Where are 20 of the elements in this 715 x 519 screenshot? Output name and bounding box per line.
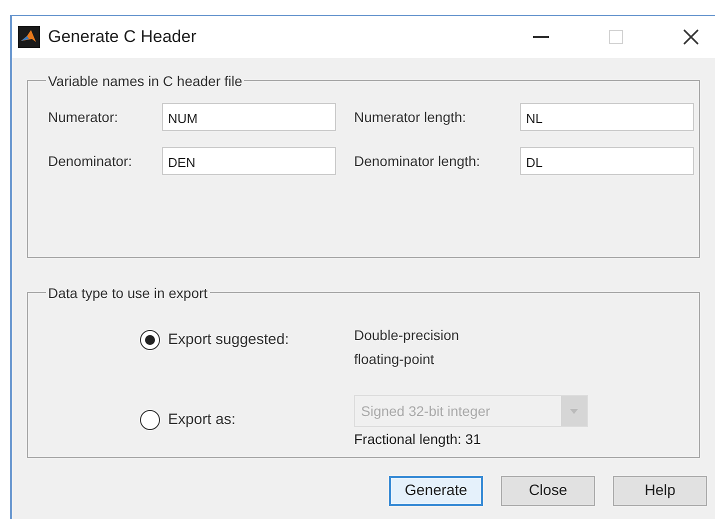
field-label: Denominator: — [48, 152, 134, 170]
suggested-type-text: Double-precision floating-point — [354, 326, 460, 369]
radio-button[interactable] — [140, 410, 160, 430]
text-field[interactable]: NL — [520, 103, 694, 131]
dialog-button[interactable]: Generate — [389, 476, 483, 506]
field-label: Denominator length: — [354, 152, 482, 171]
radio-label: Export suggested: — [168, 330, 289, 350]
radio-button[interactable] — [140, 330, 160, 350]
close-icon[interactable] — [683, 29, 699, 45]
fractional-length-text: Fractional length: 31 — [354, 430, 482, 449]
dialog-button[interactable]: Close — [501, 476, 595, 506]
dialog-button[interactable]: Help — [613, 476, 707, 506]
radio-label: Export as: — [168, 410, 236, 430]
app-logo-icon — [18, 26, 40, 48]
text-field[interactable]: DL — [520, 147, 694, 175]
field-label: Numerator: — [48, 108, 120, 126]
text-field[interactable]: DEN — [162, 147, 336, 175]
window-title: Generate C Header — [48, 26, 196, 48]
text-field[interactable]: NUM — [162, 103, 336, 131]
field-label: Numerator length: — [354, 108, 468, 127]
